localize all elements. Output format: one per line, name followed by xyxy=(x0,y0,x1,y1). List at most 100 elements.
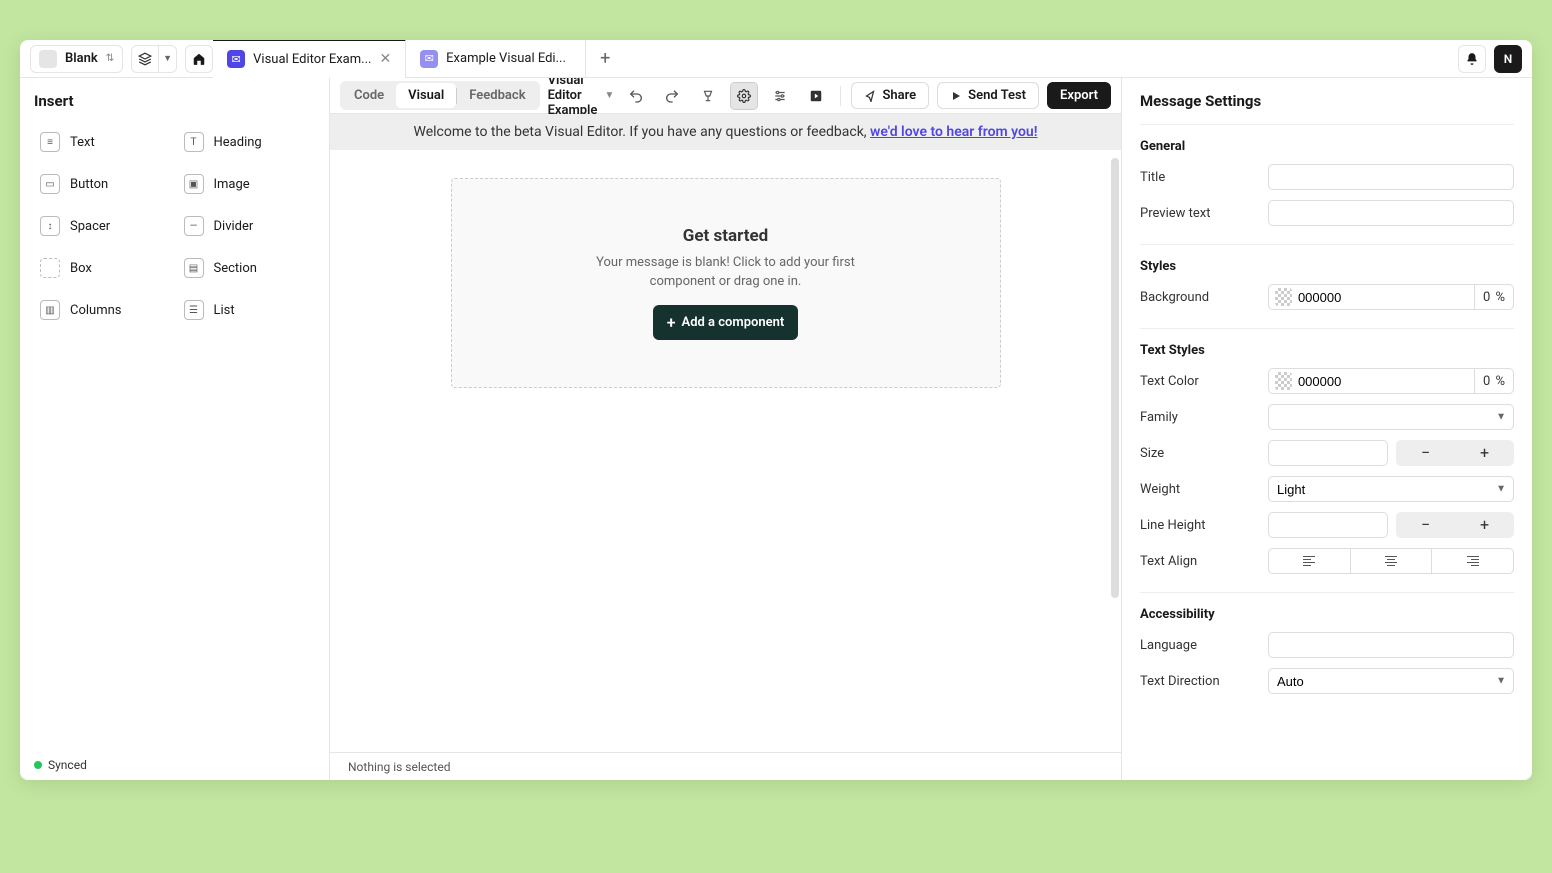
layers-control: ▼ xyxy=(131,45,177,73)
columns-icon: ▥ xyxy=(40,300,60,320)
insert-divider[interactable]: —Divider xyxy=(178,208,316,244)
section-icon: ▤ xyxy=(184,258,204,278)
insert-panel: Insert ≡Text THeading ▭Button ▣Image ↕Sp… xyxy=(20,78,330,780)
project-icon xyxy=(39,50,57,68)
list-icon: ☰ xyxy=(184,300,204,320)
project-switcher[interactable]: Blank ⇅ xyxy=(30,45,123,73)
align-left[interactable] xyxy=(1269,549,1351,573)
insert-columns[interactable]: ▥Columns xyxy=(34,292,172,328)
empty-dropzone[interactable]: Get started Your message is blank! Click… xyxy=(451,178,1001,388)
insert-grid: ≡Text THeading ▭Button ▣Image ↕Spacer —D… xyxy=(34,124,315,328)
tab-visual-editor-example[interactable]: ✉ Visual Editor Exam... ✕ xyxy=(213,40,406,78)
preview-button[interactable] xyxy=(802,82,830,110)
section-text-styles: Text Styles Text Color 0 % Family ▼ xyxy=(1140,328,1514,592)
tab-example-visual-editor[interactable]: ✉ Example Visual Edi... xyxy=(406,40,586,78)
layers-dropdown[interactable]: ▼ xyxy=(159,45,177,73)
sort-icon: ⇅ xyxy=(106,53,114,64)
canvas[interactable]: Get started Your message is blank! Click… xyxy=(330,150,1121,752)
layers-button[interactable] xyxy=(131,45,159,73)
swatch-icon xyxy=(1275,372,1292,390)
titlebar-right: N xyxy=(1458,45,1522,73)
insert-text[interactable]: ≡Text xyxy=(34,124,172,160)
chevron-down-icon: ▼ xyxy=(605,90,615,101)
text-direction-select[interactable] xyxy=(1268,668,1514,694)
add-component-button[interactable]: + Add a component xyxy=(653,305,799,340)
sync-status: Synced xyxy=(34,750,315,772)
app-window: Blank ⇅ ▼ ✉ Visual Editor Exam... ✕ ✉ Ex… xyxy=(20,40,1532,780)
send-test-button[interactable]: Send Test xyxy=(937,82,1039,109)
center-column: Code Visual Feedback Visual Editor Examp… xyxy=(330,78,1122,780)
sliders-button[interactable] xyxy=(766,82,794,110)
lh-increment[interactable]: + xyxy=(1455,512,1514,538)
panel-title: Insert xyxy=(34,92,315,110)
insert-spacer[interactable]: ↕Spacer xyxy=(34,208,172,244)
insert-image[interactable]: ▣Image xyxy=(178,166,316,202)
swatch-icon xyxy=(1275,288,1292,306)
mode-visual[interactable]: Visual xyxy=(396,83,456,108)
avatar[interactable]: N xyxy=(1494,45,1522,73)
share-button[interactable]: Share xyxy=(851,82,929,109)
feedback-link[interactable]: we'd love to hear from you! xyxy=(870,124,1037,140)
font-weight-select[interactable] xyxy=(1268,476,1514,502)
editor-toolbar: Code Visual Feedback Visual Editor Examp… xyxy=(330,78,1121,114)
new-tab-button[interactable]: + xyxy=(586,40,624,78)
insert-button[interactable]: ▭Button xyxy=(34,166,172,202)
home-button[interactable] xyxy=(185,45,213,73)
text-color-field[interactable]: 0 % xyxy=(1268,368,1514,394)
close-icon[interactable]: ✕ xyxy=(379,51,391,67)
settings-title: Message Settings xyxy=(1140,92,1514,110)
box-icon xyxy=(40,258,60,278)
heading-icon: T xyxy=(184,132,204,152)
insert-heading[interactable]: THeading xyxy=(178,124,316,160)
status-dot-icon xyxy=(34,761,42,769)
font-family-select[interactable] xyxy=(1268,404,1514,430)
background-hex-input[interactable] xyxy=(1298,290,1474,305)
redo-button[interactable] xyxy=(658,82,686,110)
beta-banner: Welcome to the beta Visual Editor. If yo… xyxy=(330,114,1121,150)
main: Insert ≡Text THeading ▭Button ▣Image ↕Sp… xyxy=(20,78,1532,780)
document-title[interactable]: Visual Editor Example ▼ xyxy=(548,78,615,118)
insert-list[interactable]: ☰List xyxy=(178,292,316,328)
background-color-field[interactable]: 0 % xyxy=(1268,284,1514,310)
language-input[interactable] xyxy=(1268,632,1514,658)
settings-button[interactable] xyxy=(730,82,758,110)
section-general: General Title Preview text xyxy=(1140,124,1514,244)
preview-text-input[interactable] xyxy=(1268,200,1514,226)
text-align-group xyxy=(1268,548,1514,574)
title-input[interactable] xyxy=(1268,164,1514,190)
mail-icon: ✉ xyxy=(227,50,245,68)
dropzone-subtitle: Your message is blank! Click to add your… xyxy=(576,254,876,290)
mode-feedback[interactable]: Feedback xyxy=(457,83,537,108)
plus-icon: + xyxy=(667,313,676,332)
line-height-input[interactable] xyxy=(1268,512,1388,538)
notifications-button[interactable] xyxy=(1458,45,1486,73)
dropzone-title: Get started xyxy=(683,226,768,246)
font-size-input[interactable] xyxy=(1268,440,1388,466)
mode-tabs: Code Visual Feedback xyxy=(340,81,540,110)
insert-box[interactable]: Box xyxy=(34,250,172,286)
spacer-icon: ↕ xyxy=(40,216,60,236)
align-center[interactable] xyxy=(1351,549,1433,573)
lamp-button[interactable] xyxy=(694,82,722,110)
section-styles: Styles Background 0 % xyxy=(1140,244,1514,328)
settings-panel: Message Settings General Title Preview t… xyxy=(1122,78,1532,780)
tab-label: Example Visual Edi... xyxy=(446,51,571,66)
align-right[interactable] xyxy=(1432,549,1513,573)
size-increment[interactable]: + xyxy=(1455,440,1514,466)
image-icon: ▣ xyxy=(184,174,204,194)
text-color-hex-input[interactable] xyxy=(1298,374,1474,389)
lh-decrement[interactable]: − xyxy=(1396,512,1455,538)
insert-section[interactable]: ▤Section xyxy=(178,250,316,286)
mail-icon: ✉ xyxy=(420,50,438,68)
size-decrement[interactable]: − xyxy=(1396,440,1455,466)
export-button[interactable]: Export xyxy=(1047,82,1111,109)
button-icon: ▭ xyxy=(40,174,60,194)
project-name: Blank xyxy=(65,51,98,66)
mode-code[interactable]: Code xyxy=(342,83,396,108)
undo-button[interactable] xyxy=(622,82,650,110)
selection-status: Nothing is selected xyxy=(330,752,1121,780)
text-icon: ≡ xyxy=(40,132,60,152)
titlebar: Blank ⇅ ▼ ✉ Visual Editor Exam... ✕ ✉ Ex… xyxy=(20,40,1532,78)
scrollbar[interactable] xyxy=(1111,158,1119,598)
chevron-down-icon: ▼ xyxy=(163,53,172,64)
